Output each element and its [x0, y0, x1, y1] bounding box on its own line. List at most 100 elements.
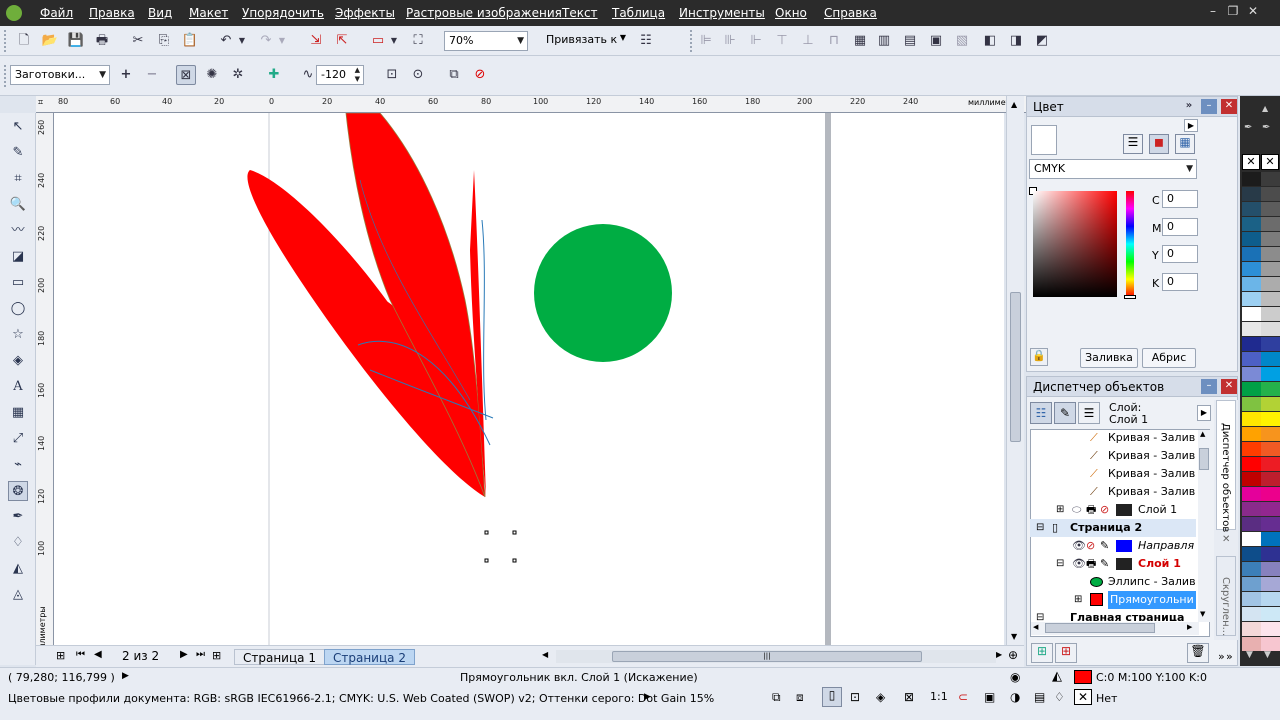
- add-page-before-icon[interactable]: ⊞: [56, 649, 65, 662]
- tree-vscroll[interactable]: ▲ ▼: [1198, 430, 1210, 622]
- horizontal-scrollbar[interactable]: |||: [556, 650, 996, 663]
- tree-row-page-2[interactable]: ⊟ ▯ Страница 2: [1030, 519, 1196, 537]
- palette-swatch[interactable]: [1261, 577, 1280, 592]
- tree-hscroll[interactable]: ◀ ▶: [1031, 622, 1199, 635]
- redo-dropdown-icon[interactable]: ▼: [276, 31, 288, 51]
- overprint-icon[interactable]: ⊂: [958, 690, 968, 704]
- palette-swatch[interactable]: [1242, 232, 1261, 247]
- printer-icon[interactable]: 🖶: [1086, 501, 1096, 519]
- center-distortion-icon[interactable]: ⊡: [382, 65, 402, 85]
- smart-fill-tool-icon[interactable]: ◪: [8, 247, 28, 267]
- scroll-down-icon[interactable]: ▼: [1011, 632, 1017, 641]
- first-page-icon[interactable]: ⏮: [76, 649, 85, 660]
- palette-swatch[interactable]: [1242, 622, 1261, 637]
- align-top-icon[interactable]: ⊤: [772, 31, 792, 51]
- docker-options-icon[interactable]: ▶: [1184, 119, 1198, 132]
- hue-slider[interactable]: [1126, 191, 1134, 297]
- menu-arrange[interactable]: Упорядочить: [242, 6, 324, 20]
- tree-row-guides[interactable]: 👁 ⊘ ✎ Направля: [1030, 537, 1196, 555]
- palette-swatch[interactable]: [1242, 532, 1261, 547]
- layer-manager-view-icon[interactable]: ☰: [1078, 402, 1100, 424]
- edit-icon[interactable]: ✎: [1100, 537, 1109, 555]
- ellipse-tool-icon[interactable]: ◯: [8, 299, 28, 319]
- collapse-icon[interactable]: ⊟: [1056, 555, 1064, 573]
- clear-distortion-icon[interactable]: ⊘: [470, 65, 490, 85]
- object-manager-options-icon[interactable]: ▶: [1197, 405, 1211, 421]
- snap-guides-icon[interactable]: ⊡: [850, 690, 860, 704]
- palette-eyedropper-icon[interactable]: ✒: [1244, 122, 1252, 133]
- scroll-up-icon[interactable]: ▲: [1200, 430, 1205, 438]
- palette-swatch[interactable]: [1242, 412, 1261, 427]
- basic-shapes-tool-icon[interactable]: ◈: [8, 351, 28, 371]
- palette-scroll-down-icon[interactable]: ▼: [1246, 650, 1253, 660]
- copy-distortion-icon[interactable]: ⧉: [444, 65, 464, 85]
- tree-row-curve-3[interactable]: ⟋ Кривая - Залив: [1030, 465, 1196, 483]
- palette-eyedropper-icon[interactable]: ✒: [1262, 122, 1270, 133]
- palette-swatch[interactable]: [1261, 472, 1280, 487]
- palette-swatch[interactable]: [1261, 562, 1280, 577]
- docker-close-icon[interactable]: ✕: [1221, 379, 1237, 394]
- dynamic-guides-icon[interactable]: ◈: [876, 690, 885, 704]
- menu-bitmaps[interactable]: Растровые изображения: [406, 6, 562, 20]
- palette-swatch[interactable]: [1242, 367, 1261, 382]
- palette-swatch[interactable]: [1261, 517, 1280, 532]
- scroll-thumb[interactable]: [1010, 292, 1021, 442]
- palette-swatch[interactable]: [1261, 427, 1280, 442]
- new-document-icon[interactable]: 🗋: [14, 31, 34, 51]
- export-icon[interactable]: ⇱: [332, 31, 352, 51]
- docker-minimize-icon[interactable]: –: [1201, 99, 1217, 114]
- save-icon[interactable]: 💾: [66, 31, 86, 51]
- eye-icon[interactable]: 👁: [1072, 555, 1086, 573]
- tab-fillet[interactable]: Скруглен...: [1216, 556, 1236, 636]
- new-master-layer-icon[interactable]: ⊞: [1055, 643, 1077, 663]
- rendering-icon[interactable]: ◉: [1010, 670, 1020, 684]
- pick-tool-icon[interactable]: ↖: [8, 117, 28, 137]
- tree-row-curve-1[interactable]: ⟋ Кривая - Залив: [1030, 429, 1196, 447]
- palette-swatch[interactable]: [1261, 352, 1280, 367]
- tab-page-2[interactable]: Страница 2: [324, 649, 415, 665]
- undo-dropdown-icon[interactable]: ▼: [236, 31, 248, 51]
- snap-objects-icon[interactable]: ⧉: [772, 690, 781, 705]
- menu-view[interactable]: Вид: [148, 6, 172, 20]
- freehand-tool-icon[interactable]: 〰: [8, 221, 28, 241]
- scroll-left-icon[interactable]: ◀: [1033, 623, 1038, 631]
- fill-button[interactable]: Заливка: [1080, 348, 1138, 368]
- printer-icon[interactable]: 🖶: [1086, 555, 1096, 573]
- tab-object-manager[interactable]: Диспетчер объектов: [1216, 400, 1236, 532]
- ungroup-icon[interactable]: ▥: [874, 31, 894, 51]
- app-icon[interactable]: [6, 5, 22, 21]
- menu-window[interactable]: Окно: [775, 6, 807, 20]
- collapse-icon[interactable]: ⊟: [1036, 609, 1044, 621]
- remove-preset-icon[interactable]: −: [142, 65, 162, 85]
- proof-colors-icon[interactable]: ◑: [1010, 690, 1020, 704]
- zoom-tool-icon[interactable]: 🔍: [8, 195, 28, 215]
- menu-tools[interactable]: Инструменты: [679, 6, 765, 20]
- snap-grid-icon[interactable]: ⧈: [796, 690, 804, 705]
- palette-swatch[interactable]: [1242, 442, 1261, 457]
- edit-across-layers-icon[interactable]: ✎: [1054, 402, 1076, 424]
- docker-minimize-icon[interactable]: –: [1201, 379, 1217, 394]
- close-tab-icon[interactable]: ✕: [1222, 534, 1230, 545]
- show-properties-icon[interactable]: ☷: [1030, 402, 1052, 424]
- eye-icon[interactable]: ⬭: [1072, 501, 1081, 519]
- interactive-fill-tool-icon[interactable]: ◬: [8, 585, 28, 605]
- palette-swatch[interactable]: [1242, 247, 1261, 262]
- lock-color-icon[interactable]: 🔒: [1030, 348, 1048, 366]
- hue-slider-thumb[interactable]: [1124, 295, 1136, 299]
- undo-icon[interactable]: ↶: [216, 31, 236, 51]
- vertical-scrollbar[interactable]: ▲ ▼: [1006, 96, 1024, 645]
- minimize-icon[interactable]: –: [1204, 4, 1222, 20]
- intersect-icon[interactable]: ◩: [1032, 31, 1052, 51]
- shape-tool-icon[interactable]: ✎: [8, 143, 28, 163]
- palette-swatch[interactable]: [1242, 547, 1261, 562]
- palette-swatch[interactable]: [1242, 427, 1261, 442]
- palette-swatch[interactable]: [1261, 457, 1280, 472]
- current-fill-swatch[interactable]: [1074, 670, 1092, 684]
- vertical-ruler[interactable]: 260 240 220 200 180 160 140 120 100: [36, 113, 54, 645]
- palette-swatch[interactable]: [1261, 202, 1280, 217]
- tree-hscroll-thumb[interactable]: [1045, 623, 1155, 633]
- color-field[interactable]: [1033, 191, 1117, 297]
- no-print-icon[interactable]: ⊘: [1086, 537, 1095, 555]
- open-folder-icon[interactable]: 📂: [40, 31, 60, 51]
- hscroll-right-icon[interactable]: ▶: [996, 650, 1002, 659]
